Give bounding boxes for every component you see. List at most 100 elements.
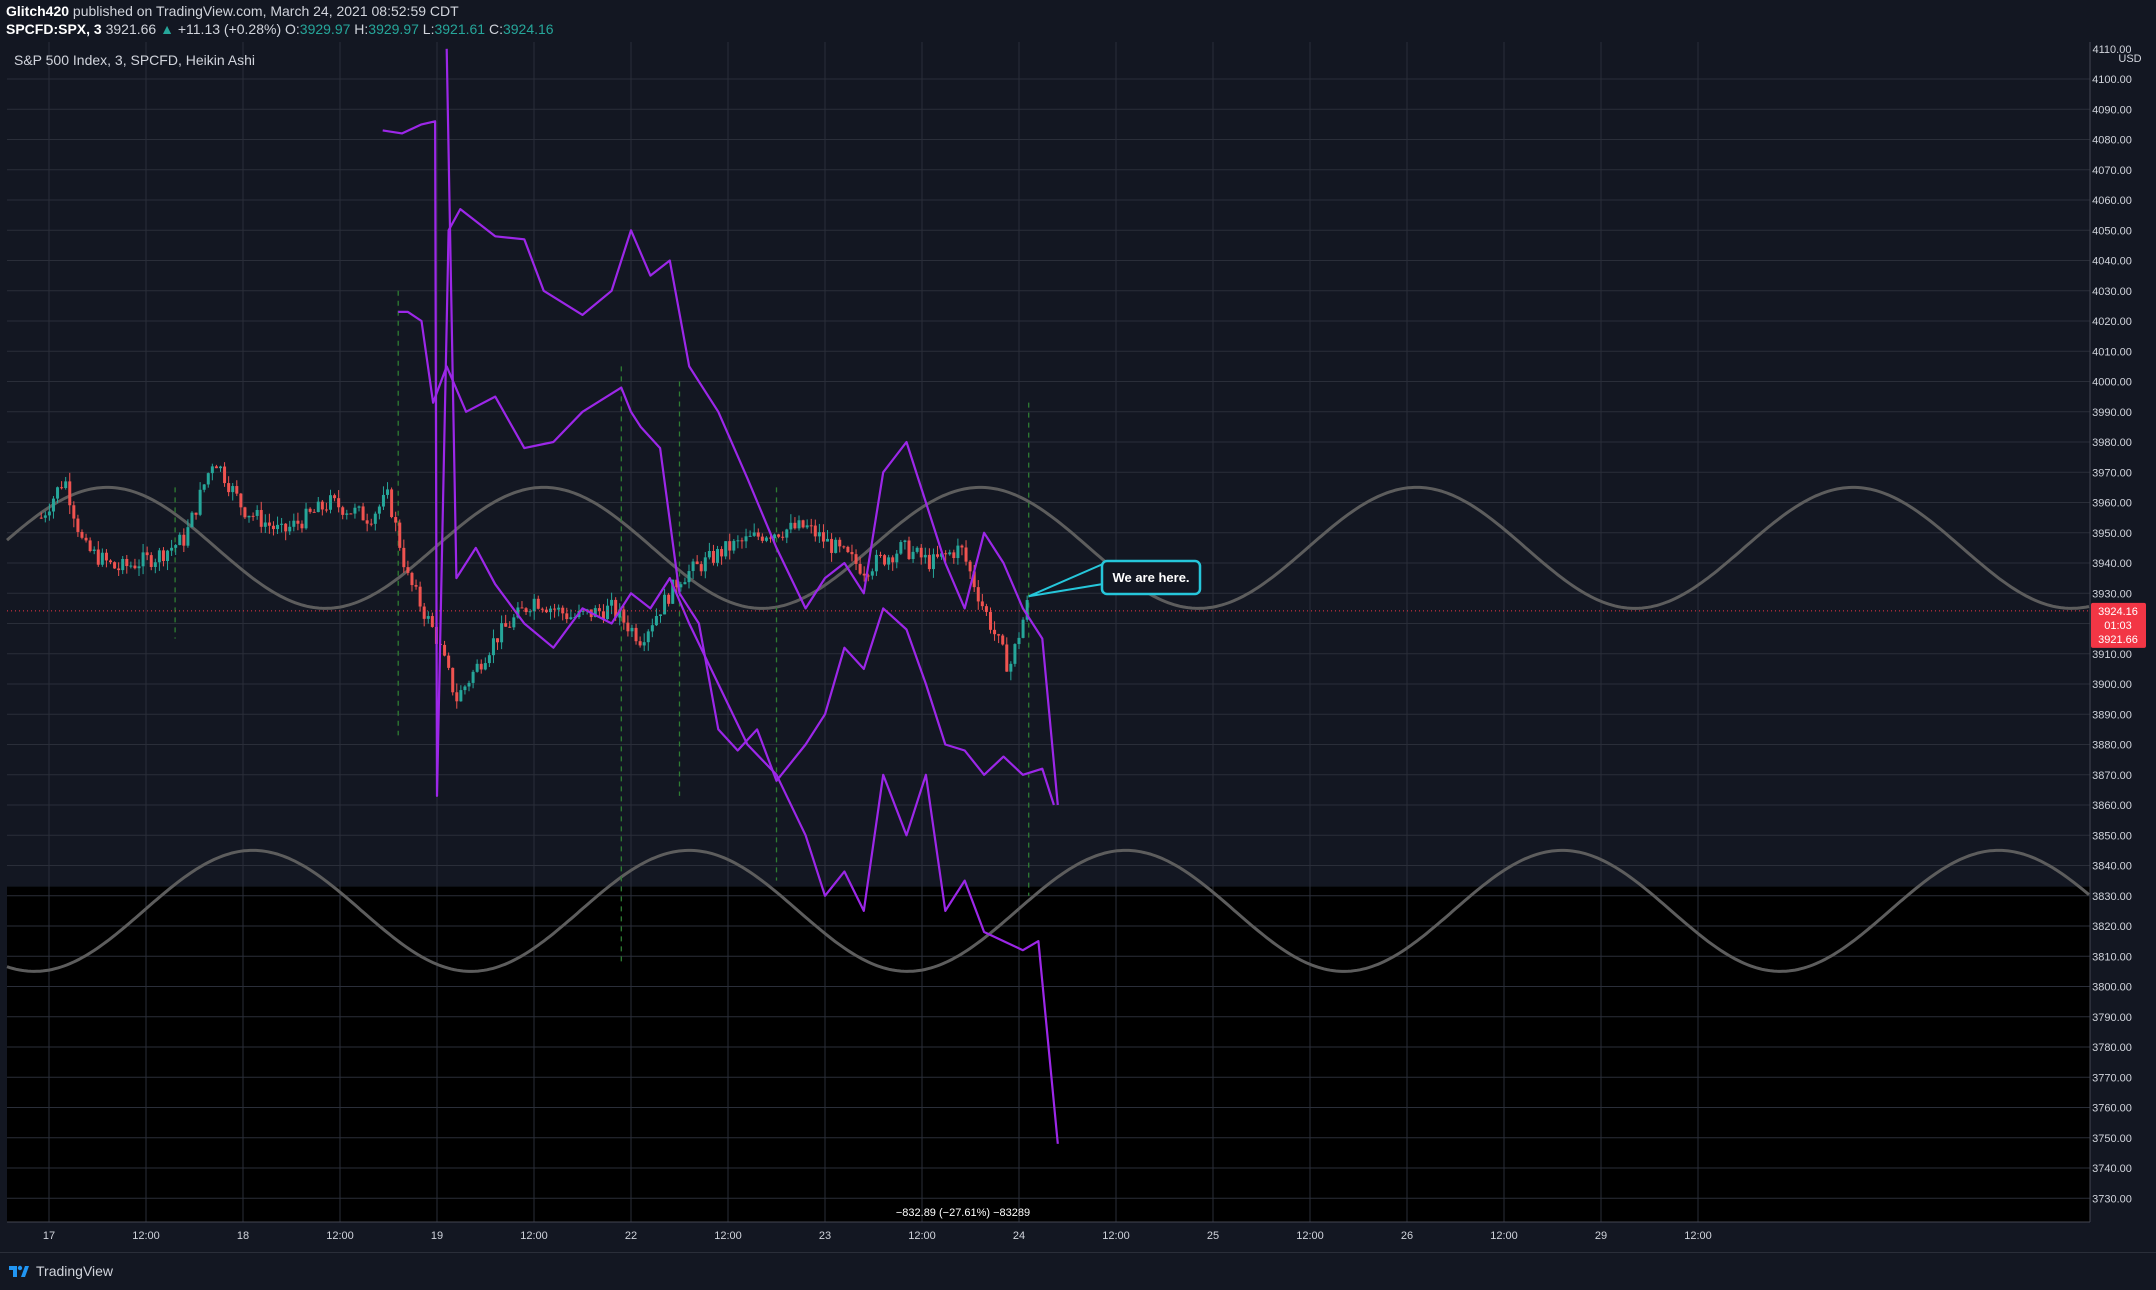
- candle-body: [732, 540, 736, 551]
- candle-body: [630, 627, 634, 632]
- candle-body: [328, 495, 332, 510]
- candle-body: [337, 498, 341, 508]
- candle-body: [312, 511, 316, 513]
- candle-body: [813, 525, 817, 537]
- candle-body: [113, 562, 117, 569]
- candle-body: [569, 617, 573, 620]
- candle-body: [500, 623, 504, 643]
- candle-body: [491, 638, 495, 656]
- candle-body: [711, 550, 715, 563]
- candle-body: [748, 535, 752, 537]
- candle-body: [251, 515, 255, 517]
- candle-body: [235, 486, 239, 494]
- candle-body: [108, 560, 112, 563]
- candle-body: [654, 616, 658, 626]
- candle-body: [117, 568, 121, 571]
- candle-body: [386, 489, 390, 495]
- candle-body: [316, 501, 320, 513]
- candle-body: [426, 616, 430, 619]
- candle-body: [145, 552, 149, 556]
- candle-body: [956, 545, 960, 559]
- y-tick-label: 3750.00: [2092, 1133, 2132, 1145]
- candle-body: [785, 529, 789, 538]
- x-tick-label: 12:00: [714, 1230, 742, 1242]
- candle-body: [797, 520, 801, 529]
- x-tick-label: 25: [1207, 1230, 1219, 1242]
- candle-body: [202, 484, 206, 490]
- time-axis[interactable]: 17 12:00 18 12:00 19 12:00 22 12:00 23 12:00 24 12:…: [7, 1221, 2090, 1242]
- candle-body: [952, 552, 956, 559]
- candle-body: [133, 565, 137, 569]
- candle-body: [149, 555, 153, 567]
- candle-body: [341, 507, 345, 515]
- candle-body: [459, 690, 463, 702]
- candle-body: [451, 667, 455, 693]
- candle-body: [487, 655, 491, 664]
- tradingview-brand[interactable]: TradingView: [8, 1263, 113, 1279]
- chart-title: S&P 500 Index, 3, SPCFD, Heikin Ashi: [14, 52, 255, 68]
- candle-body: [899, 542, 903, 554]
- candle-body: [92, 549, 96, 552]
- candle-body: [838, 539, 842, 547]
- price-axis[interactable]: 4110.004100.004090.004080.004070.004060.…: [2089, 42, 2146, 1222]
- candle-body: [51, 498, 55, 512]
- candle-body: [821, 532, 825, 542]
- candle-body: [720, 549, 724, 557]
- x-tick-label: 26: [1401, 1230, 1413, 1242]
- candle-body: [508, 626, 512, 628]
- footer-bar: TradingView: [0, 1252, 2156, 1290]
- candle-body: [850, 552, 854, 555]
- candle-body: [60, 487, 64, 489]
- candle-body: [398, 522, 402, 548]
- candle-body: [626, 622, 630, 632]
- candle-body: [504, 623, 508, 627]
- x-tick-label: 22: [625, 1230, 637, 1242]
- candle-body: [483, 663, 487, 670]
- candle-body: [744, 536, 748, 542]
- x-tick-label: 23: [819, 1230, 831, 1242]
- candle-body: [663, 594, 667, 615]
- candle-body: [1001, 635, 1005, 645]
- candle-body: [349, 513, 353, 515]
- candle-body: [858, 563, 862, 574]
- candle-body: [300, 523, 304, 529]
- candle-body: [667, 594, 671, 604]
- candle-body: [418, 586, 422, 607]
- candle-body: [280, 523, 284, 525]
- y-tick-label: 3900.00: [2092, 679, 2132, 691]
- measure-label: −832.89 (−27.61%) −83289: [896, 1207, 1030, 1219]
- candle-body: [895, 553, 899, 563]
- x-tick-label: 12:00: [1102, 1230, 1130, 1242]
- vertical-marker-layer: [174, 290, 1030, 963]
- y-tick-label: 3990.00: [2092, 407, 2132, 419]
- candle-body: [964, 547, 968, 562]
- y-tick-label: 3960.00: [2092, 498, 2132, 510]
- candle-body: [540, 608, 544, 610]
- candle-body: [333, 495, 337, 499]
- candle-body: [923, 554, 927, 558]
- y-tick-label: 4100.00: [2092, 74, 2132, 86]
- candle-body: [903, 540, 907, 543]
- candle-body: [683, 582, 687, 585]
- candle-body: [255, 510, 259, 516]
- candle-body: [288, 526, 292, 532]
- candle-body: [960, 545, 964, 548]
- candle-body: [699, 564, 703, 572]
- candle-body: [125, 558, 129, 567]
- chart-area[interactable]: We are here.−832.89 (−27.61%) −83289 411…: [0, 0, 2156, 1252]
- candle-body: [410, 572, 414, 586]
- candle-body: [988, 611, 992, 630]
- y-tick-label: 4080.00: [2092, 135, 2132, 147]
- candle-body: [752, 532, 756, 536]
- candle-body: [777, 534, 781, 537]
- candle-body: [68, 481, 72, 506]
- y-tick-label: 3800.00: [2092, 982, 2132, 994]
- x-tick-label: 12:00: [132, 1230, 160, 1242]
- candle-body: [121, 558, 125, 571]
- candle-body: [56, 487, 60, 499]
- candle-body: [223, 466, 227, 484]
- candle-body: [170, 547, 174, 551]
- candle-body: [532, 598, 536, 612]
- candle-body: [793, 522, 797, 529]
- candle-body: [76, 518, 80, 532]
